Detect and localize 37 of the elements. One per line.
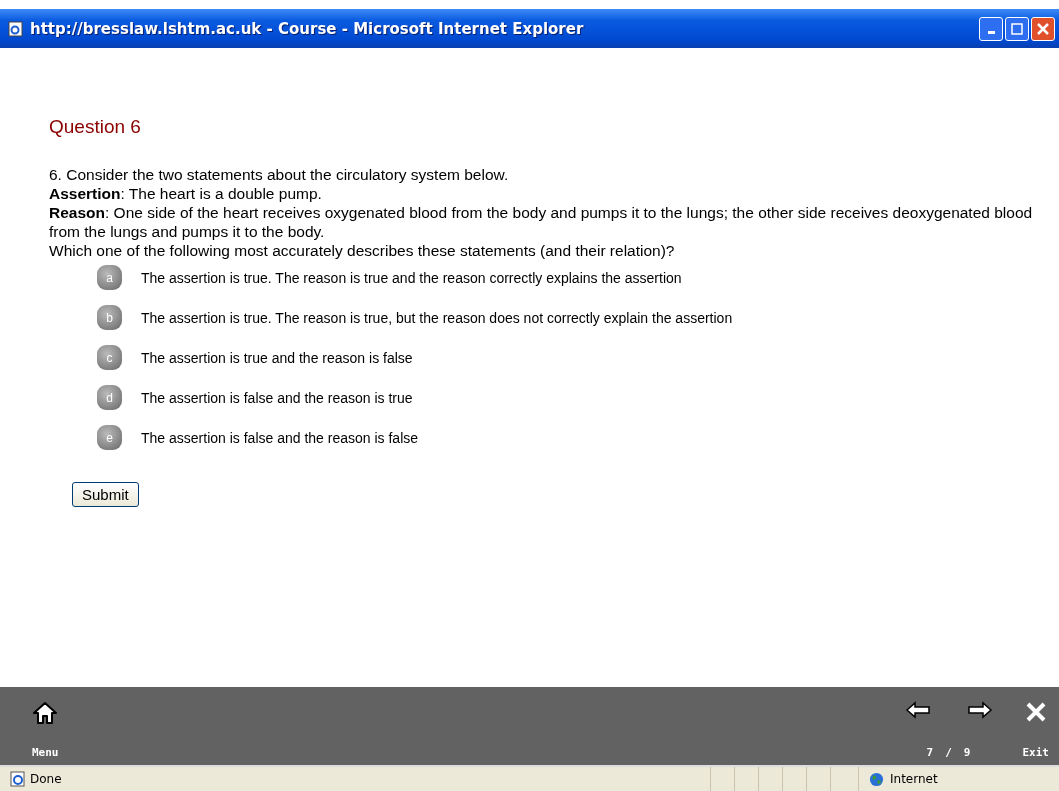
- option-text: The assertion is false and the reason is true: [141, 389, 413, 406]
- minimize-icon: [987, 31, 995, 34]
- option-text: The assertion is true. The reason is true, but the reason does not correctly explain the assertion: [141, 309, 733, 326]
- exit-label: Exit: [1022, 746, 1049, 759]
- option-button[interactable]: b: [97, 305, 122, 330]
- submit-button[interactable]: Submit: [72, 482, 139, 507]
- page-icon: [8, 20, 24, 37]
- menu-label: Menu: [32, 746, 59, 759]
- page-icon: [10, 771, 26, 787]
- option-text: The assertion is true and the reason is false: [141, 349, 413, 366]
- page-number: 7: [926, 746, 934, 759]
- question-text: 6. Consider the two statements about the circulatory system below.: [49, 165, 510, 184]
- option-text: The assertion is true. The reason is true and the reason correctly explains the assertion: [141, 269, 682, 286]
- minimize-button[interactable]: [979, 16, 1003, 41]
- close-icon: [1037, 22, 1049, 35]
- close-icon[interactable]: [1024, 701, 1047, 723]
- option-button[interactable]: c: [97, 345, 122, 370]
- option-text: The assertion is false and the reason is false: [141, 429, 419, 446]
- option-button[interactable]: a: [97, 265, 122, 290]
- question-text: Reason: One side of the heart receives oxygenated blood from the body and pumps it to the lungs; the other side receives deoxygenated blood from the lungs and pumps it to the body.: [49, 203, 1034, 241]
- page-total: 9: [963, 746, 971, 759]
- maximize-icon: [1011, 22, 1023, 35]
- forward-arrow-icon[interactable]: [966, 701, 993, 719]
- globe-icon: [869, 771, 884, 787]
- window-title: http://bresslaw.lshtm.ac.uk - Course - Microsoft Internet Explorer: [30, 19, 585, 38]
- back-arrow-icon[interactable]: [904, 701, 931, 719]
- zone-text: Internet: [890, 772, 938, 786]
- status-text: Done: [30, 772, 62, 786]
- page-separator: /: [945, 746, 952, 759]
- maximize-button[interactable]: [1005, 16, 1029, 41]
- option-button[interactable]: e: [97, 425, 122, 450]
- close-button[interactable]: [1031, 16, 1055, 41]
- question-text: Which one of the following most accurately describes these statements (and their relation)?: [49, 241, 676, 260]
- question-text: Assertion: The heart is a double pump.: [49, 184, 323, 203]
- question-heading: Question 6: [49, 116, 142, 138]
- home-icon[interactable]: [32, 701, 59, 725]
- option-button[interactable]: d: [97, 385, 122, 410]
